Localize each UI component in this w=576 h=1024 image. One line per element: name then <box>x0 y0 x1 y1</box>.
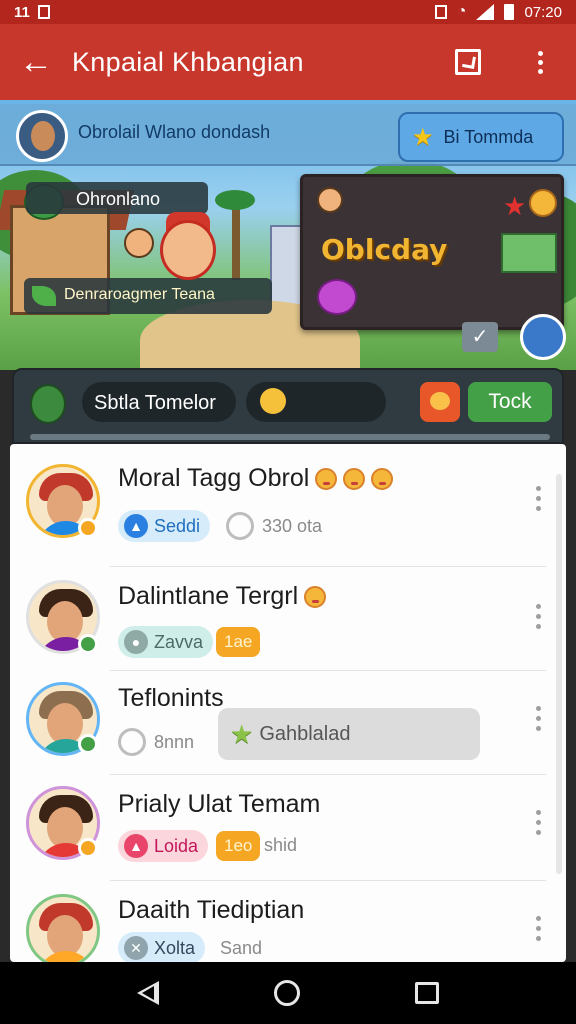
status-dot <box>78 734 98 754</box>
avatar-face <box>31 121 55 151</box>
device-icon <box>501 233 557 273</box>
more-vert-icon[interactable] <box>528 810 548 835</box>
list-item[interactable]: Prialy Ulat Temam ▲ Loida 1eo shid <box>10 776 566 880</box>
more-vert-icon[interactable] <box>528 486 548 511</box>
list-item[interactable]: Daaith Tiediptian ✕ Xolta Sand <box>10 882 566 962</box>
overlay-panel[interactable]: ★ Oblcday <box>300 174 564 330</box>
circle-home-icon[interactable] <box>273 980 300 1006</box>
chat-list: Moral Tagg Obrol ▲ Seddi 330 ota Dalintl… <box>10 444 566 962</box>
more-vert-icon[interactable] <box>528 604 548 629</box>
status-dot <box>78 518 98 538</box>
count-badge: 1eo <box>216 831 261 861</box>
star-icon: ★ <box>412 123 434 151</box>
count-badge: 1ae <box>216 627 261 657</box>
row-meta: 330 ota <box>226 512 322 540</box>
notification-icon <box>37 5 50 19</box>
status-left-text: 11 <box>14 3 30 21</box>
tools-icon: ✕ <box>124 936 148 960</box>
vibrate-icon <box>434 5 447 19</box>
toast[interactable]: ★ Gahblalad <box>218 708 480 760</box>
wifi-icon: ◔ <box>456 3 467 20</box>
gem-icon <box>317 279 357 315</box>
palm-trunk <box>232 200 240 280</box>
row-title: Dalintlane Tergrl <box>118 582 327 611</box>
star-button-label: Bi Tommda <box>443 126 534 147</box>
smiley-sticker-icon <box>529 189 557 217</box>
row-meta: shid <box>264 835 298 855</box>
toast-label: Gahblalad <box>259 722 351 745</box>
emoji-icon <box>343 468 366 491</box>
emoji-icon <box>371 468 394 491</box>
more-options-button[interactable] <box>504 24 576 100</box>
more-vert-icon <box>537 50 543 74</box>
row-title: Daaith Tiediptian <box>118 896 305 924</box>
row-meta: Sand <box>220 938 263 958</box>
list-item[interactable]: Moral Tagg Obrol ▲ Seddi 330 ota <box>10 444 566 548</box>
character-icon <box>317 187 343 213</box>
control-underline <box>30 434 550 440</box>
scene-header: Obrolail Wlano dondash ★ Bi Tommda <box>0 104 576 166</box>
reaction-button[interactable] <box>420 382 460 422</box>
send-icon: ▲ <box>124 514 148 538</box>
row-title: Moral Tagg Obrol <box>118 464 394 493</box>
system-nav-bar <box>0 962 576 1024</box>
app-title: Knpaial Khbangian <box>72 46 304 77</box>
square-check-button[interactable] <box>432 24 504 100</box>
corner-avatar[interactable] <box>520 314 566 360</box>
divider <box>110 774 546 775</box>
star-sticker-icon: ★ <box>503 191 527 221</box>
signal-icon <box>476 4 495 20</box>
row-title: Prialy Ulat Temam <box>118 790 321 818</box>
emoji-icon <box>304 586 327 609</box>
row-meta: 8nnn <box>118 728 194 756</box>
emoji-icon <box>315 468 338 491</box>
scene-chip-a[interactable]: Ohronlano <box>26 182 208 214</box>
divider <box>110 880 546 881</box>
tag[interactable]: ● Zavva <box>118 626 214 658</box>
clock-icon <box>226 512 254 540</box>
check-button[interactable]: ✓ <box>462 322 498 352</box>
avatar[interactable] <box>16 110 68 162</box>
status-dot <box>78 634 98 654</box>
tag[interactable]: ▲ Seddi <box>118 510 211 542</box>
row-title: Teflonints <box>118 684 224 712</box>
character-icon <box>124 228 154 258</box>
smiley-icon <box>260 388 286 414</box>
control-avatar[interactable] <box>30 384 66 424</box>
more-vert-icon[interactable] <box>528 916 548 941</box>
name-pill[interactable]: Sbtla Tomelor <box>82 382 236 422</box>
chat-icon: ● <box>124 630 148 654</box>
status-dot <box>78 838 98 858</box>
panel-title: Oblcday <box>321 233 448 266</box>
arrow-left-icon: ← <box>19 42 53 81</box>
back-button[interactable]: ← <box>0 24 72 100</box>
triangle-back-icon[interactable] <box>137 981 160 1005</box>
status-bar: 11 ◔ 07:20 <box>0 0 576 24</box>
star-button[interactable]: ★ Bi Tommda <box>398 112 564 162</box>
status-time: 07:20 <box>524 3 562 21</box>
drop-icon: ▲ <box>124 834 148 858</box>
status-left: 11 <box>14 4 50 21</box>
tag[interactable]: ▲ Loida <box>118 830 209 862</box>
battery-icon <box>504 4 515 20</box>
divider <box>110 566 546 567</box>
palm-leaves <box>215 190 255 210</box>
list-item[interactable]: Dalintlane Tergrl ● Zavva 1ae <box>10 568 566 672</box>
app-bar: ← Knpaial Khbangian <box>0 24 576 100</box>
divider <box>110 670 546 671</box>
tag[interactable]: ✕ Xolta <box>118 932 206 962</box>
square-recents-icon[interactable] <box>414 982 439 1004</box>
scene-header-name: Obrolail Wlano dondash <box>78 122 271 142</box>
tock-button[interactable]: Tock <box>468 382 552 422</box>
status-right: ◔ 07:20 <box>434 3 562 21</box>
scene-chip-b[interactable]: Denraroagmer Teana <box>24 278 272 314</box>
more-vert-icon[interactable] <box>528 706 548 731</box>
square-check-icon <box>455 49 481 75</box>
star-icon: ★ <box>230 718 254 749</box>
character-hero[interactable] <box>160 220 216 280</box>
avatar <box>26 894 100 962</box>
chat-bubble-icon <box>118 728 146 756</box>
